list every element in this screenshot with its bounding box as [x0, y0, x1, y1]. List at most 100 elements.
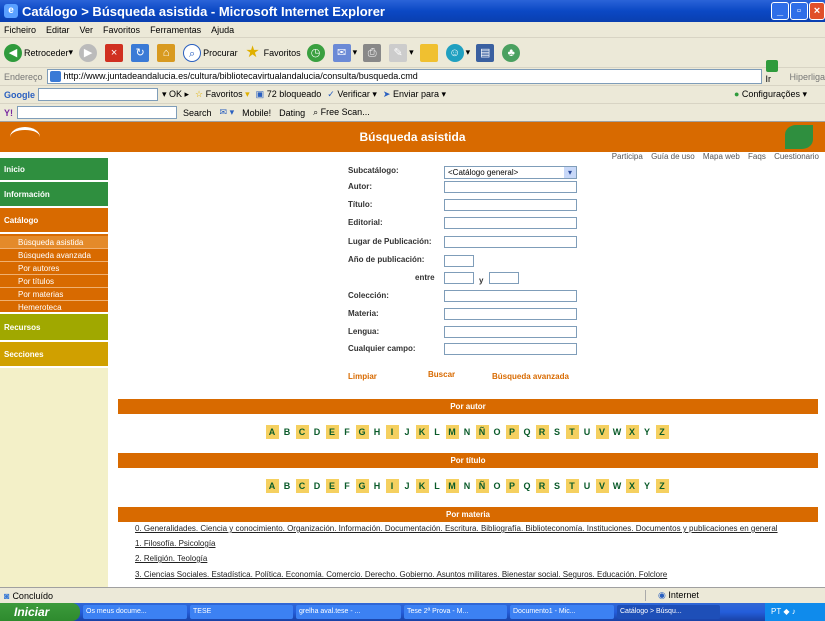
buscar-button[interactable]: Buscar: [428, 370, 455, 379]
materia-input[interactable]: [444, 308, 577, 320]
group-button[interactable]: ♣: [502, 43, 522, 62]
materia-link-1[interactable]: 1. Filosofía. Psicología: [135, 539, 215, 548]
titulo-letter-a[interactable]: A: [265, 479, 279, 493]
titulo-letter-k[interactable]: K: [415, 479, 429, 493]
menu-ver[interactable]: Ver: [80, 25, 94, 35]
minimize-button[interactable]: _: [771, 2, 789, 20]
history-button[interactable]: ◷: [306, 43, 327, 62]
link-participa[interactable]: Participa: [612, 152, 643, 161]
titulo-letter-z[interactable]: Z: [655, 479, 669, 493]
autor-letter-h[interactable]: H: [371, 425, 384, 439]
menu-ferramentas[interactable]: Ferramentas: [150, 25, 201, 35]
autor-letter-t[interactable]: T: [565, 425, 579, 439]
autor-letter-v[interactable]: V: [595, 425, 609, 439]
anio-input[interactable]: [444, 255, 474, 267]
task-documento1[interactable]: Documento1 - Mic...: [510, 605, 614, 619]
titulo-letter-y[interactable]: Y: [641, 479, 654, 493]
lugar-input[interactable]: [444, 236, 577, 248]
autor-letter-r[interactable]: R: [535, 425, 549, 439]
nav-inicio[interactable]: Inicio: [0, 158, 108, 182]
subnav-hemeroteca[interactable]: Hemeroteca: [0, 301, 108, 314]
titulo-letter-c[interactable]: C: [295, 479, 309, 493]
lengua-input[interactable]: [444, 326, 577, 338]
mobile-button[interactable]: Mobile!: [242, 108, 271, 118]
titulo-letter-n[interactable]: N: [461, 479, 474, 493]
materia-link-0[interactable]: 0. Generalidades. Ciencia y conocimiento…: [135, 524, 778, 533]
titulo-letter-b[interactable]: B: [281, 479, 294, 493]
autor-letter-n[interactable]: N: [461, 425, 474, 439]
folder-button[interactable]: [419, 43, 440, 62]
forward-button[interactable]: ▶: [79, 43, 99, 62]
autor-letter-s[interactable]: S: [551, 425, 564, 439]
task-catalogo[interactable]: Catálogo > Búsqu...: [617, 605, 720, 619]
autor-letter-c[interactable]: C: [295, 425, 309, 439]
subnav-por-titulos[interactable]: Por títulos: [0, 275, 108, 288]
print-button[interactable]: ⎙: [363, 43, 383, 62]
subnav-por-materias[interactable]: Por materias: [0, 288, 108, 301]
autor-letter-f[interactable]: F: [341, 425, 354, 439]
autor-letter-p[interactable]: P: [505, 425, 519, 439]
subnav-busqueda-avanzada[interactable]: Búsqueda avanzada: [0, 249, 108, 262]
autor-letter-u[interactable]: U: [581, 425, 594, 439]
links-label[interactable]: Hiperligações: [790, 72, 825, 82]
menu-favoritos[interactable]: Favoritos: [103, 25, 140, 35]
titulo-letter-t[interactable]: T: [565, 479, 579, 493]
refresh-button[interactable]: ↻: [131, 43, 151, 62]
autor-letter-b[interactable]: B: [281, 425, 294, 439]
autor-letter-d[interactable]: D: [311, 425, 324, 439]
autor-letter-e[interactable]: E: [325, 425, 339, 439]
titulo-letter-p[interactable]: P: [505, 479, 519, 493]
google-favoritos-button[interactable]: ☆ Favoritos ▾: [195, 89, 250, 100]
subnav-por-autores[interactable]: Por autores: [0, 262, 108, 275]
nav-catalogo[interactable]: Catálogo: [0, 208, 108, 234]
address-input[interactable]: http://www.juntadeandalucia.es/cultura/b…: [46, 69, 762, 84]
autor-letter-ñ[interactable]: Ñ: [475, 425, 489, 439]
titulo-letter-q[interactable]: Q: [521, 479, 534, 493]
titulo-letter-o[interactable]: O: [491, 479, 504, 493]
titulo-letter-u[interactable]: U: [581, 479, 594, 493]
titulo-letter-l[interactable]: L: [431, 479, 444, 493]
autor-letter-j[interactable]: J: [401, 425, 414, 439]
menu-ficheiro[interactable]: Ficheiro: [4, 25, 36, 35]
coleccion-input[interactable]: [444, 290, 577, 302]
task-grelha[interactable]: grelha aval.tese - ...: [296, 605, 401, 619]
dating-button[interactable]: Dating: [279, 108, 305, 118]
verify-button[interactable]: ✓ Verificar ▾: [327, 89, 377, 100]
google-ok-button[interactable]: ▾ OK ▸: [162, 89, 189, 100]
menu-ajuda[interactable]: Ajuda: [211, 25, 234, 35]
autor-letter-w[interactable]: W: [611, 425, 624, 439]
titulo-letter-j[interactable]: J: [401, 479, 414, 493]
freescan-button[interactable]: ⌕ Free Scan...: [313, 107, 370, 118]
task-tese[interactable]: TESE: [190, 605, 293, 619]
autor-letter-a[interactable]: A: [265, 425, 279, 439]
autor-letter-i[interactable]: I: [385, 425, 399, 439]
autor-letter-g[interactable]: G: [355, 425, 369, 439]
anio-desde-input[interactable]: [444, 272, 474, 284]
popup-blocker-button[interactable]: ▣ 72 bloqueado: [256, 89, 322, 100]
subnav-busqueda-asistida[interactable]: Búsqueda asistida: [0, 236, 108, 249]
titulo-letter-s[interactable]: S: [551, 479, 564, 493]
research-button[interactable]: ▤: [476, 43, 496, 62]
back-button[interactable]: ◀ Retroceder ▾: [4, 43, 73, 62]
titulo-letter-g[interactable]: G: [355, 479, 369, 493]
titulo-letter-m[interactable]: M: [445, 479, 459, 493]
link-cuestionario[interactable]: Cuestionario: [774, 152, 819, 161]
stop-button[interactable]: ×: [105, 43, 125, 62]
language-indicator[interactable]: PT: [771, 607, 781, 616]
autor-letter-l[interactable]: L: [431, 425, 444, 439]
autor-input[interactable]: [444, 181, 577, 193]
materia-link-2[interactable]: 2. Religión. Teología: [135, 554, 207, 563]
home-button[interactable]: ⌂: [157, 43, 177, 62]
titulo-letter-e[interactable]: E: [325, 479, 339, 493]
maximize-button[interactable]: ▫: [790, 2, 808, 20]
link-faqs[interactable]: Faqs: [748, 152, 766, 161]
close-button[interactable]: ×: [809, 2, 825, 20]
task-my-documents[interactable]: Os meus docume...: [83, 605, 187, 619]
titulo-letter-w[interactable]: W: [611, 479, 624, 493]
autor-letter-q[interactable]: Q: [521, 425, 534, 439]
window-titlebar[interactable]: e Catálogo > Búsqueda asistida - Microso…: [0, 0, 825, 22]
yahoo-search-button[interactable]: Search: [183, 108, 212, 118]
limpiar-button[interactable]: Limpiar: [348, 372, 377, 381]
mail-button[interactable]: ✉ ▾: [332, 43, 357, 62]
titulo-letter-r[interactable]: R: [535, 479, 549, 493]
